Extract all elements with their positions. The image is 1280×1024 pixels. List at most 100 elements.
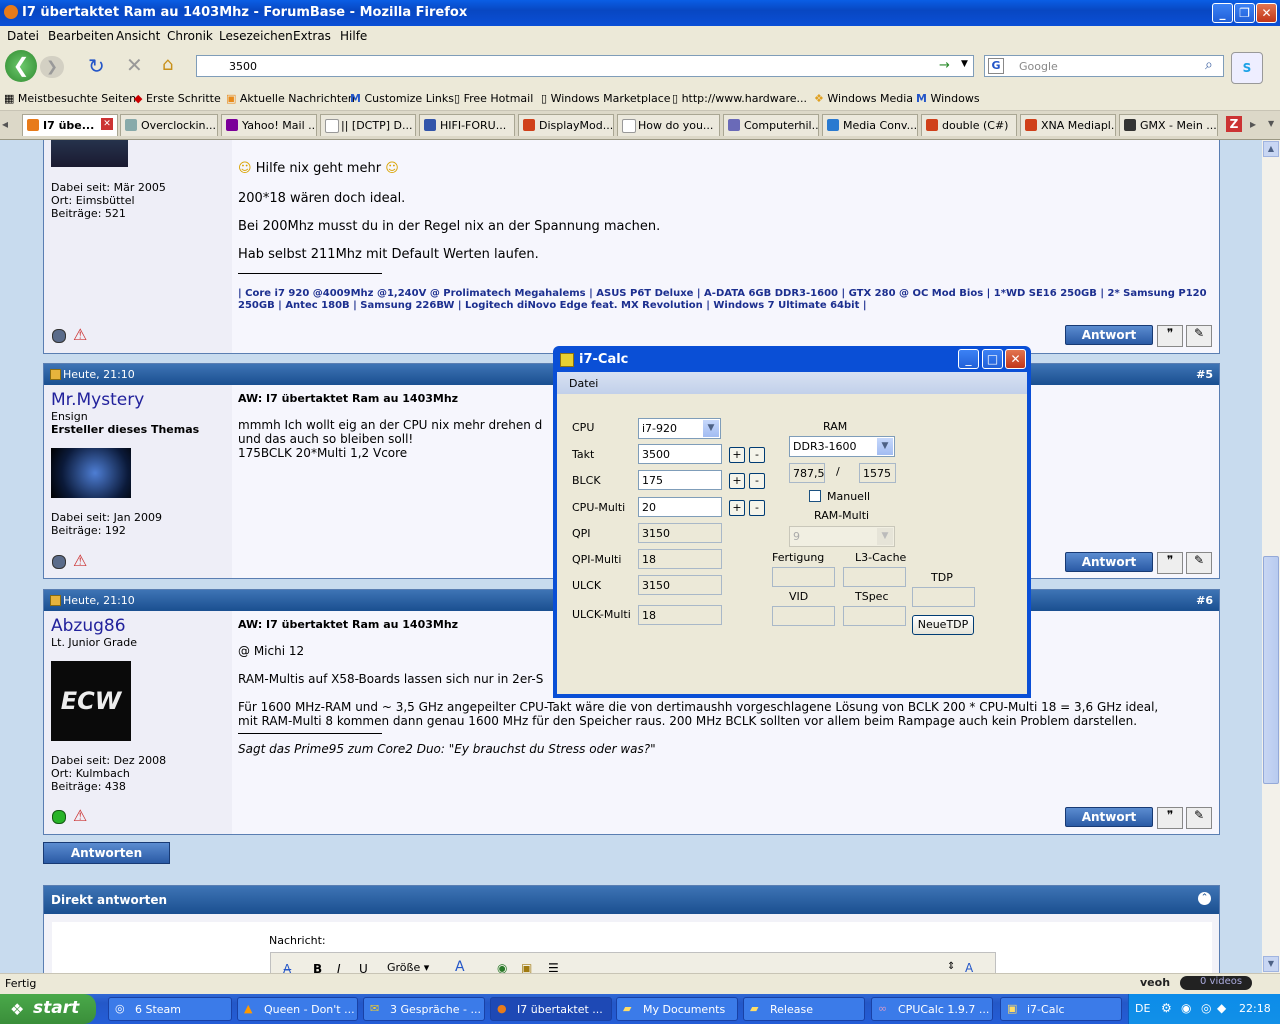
minimize-button[interactable]: _	[1212, 3, 1233, 23]
manuell-checkbox[interactable]	[809, 490, 821, 502]
reply-button[interactable]: Antwort	[1065, 807, 1153, 827]
report-icon[interactable]: ⚠	[73, 325, 87, 344]
reply-button[interactable]: Antwort	[1065, 552, 1153, 572]
bookmark-erste-schritte[interactable]: ◆ Erste Schritte	[134, 92, 221, 105]
tray-icon[interactable]: ⚙	[1161, 1001, 1172, 1015]
back-button[interactable]: ❮	[5, 50, 37, 82]
scroll-tabs-right-icon[interactable]: ▸	[1250, 117, 1256, 131]
multi-plus-button[interactable]: +	[729, 500, 745, 516]
edit-icon[interactable]: ✎	[1186, 325, 1212, 347]
menu-lesezeichen[interactable]: Lesezeichen	[219, 29, 293, 43]
multi-minus-button[interactable]: -	[749, 500, 765, 516]
bookmark-customize[interactable]: M Customize Links	[350, 92, 454, 105]
quote-icon[interactable]: ❞	[1157, 807, 1183, 829]
search-icon[interactable]: ⌕	[1205, 57, 1213, 73]
ram-select[interactable]: DDR3-1600 ▼	[789, 436, 895, 457]
menu-extras[interactable]: Extras	[293, 29, 331, 43]
edit-icon[interactable]: ✎	[1186, 552, 1212, 574]
calc-menu-datei[interactable]: Datei	[569, 377, 598, 390]
tray-icon[interactable]: ◎	[1201, 1001, 1211, 1015]
reload-icon[interactable]: ↻	[88, 54, 105, 78]
tab-yahoo[interactable]: Yahoo! Mail ...	[221, 114, 317, 136]
tab-displaymod[interactable]: DisplayMod...	[518, 114, 614, 136]
cpu-select[interactable]: i7-920 ▼	[638, 418, 721, 439]
start-button[interactable]: ❖ start	[0, 994, 96, 1024]
scroll-thumb[interactable]	[1263, 556, 1279, 784]
insert-image-icon[interactable]: ▣	[521, 961, 532, 973]
list-tabs-icon[interactable]: ▼	[1268, 119, 1274, 128]
resize-icon[interactable]: ⇕	[947, 961, 955, 972]
task-cpucalc[interactable]: ∞ CPUCalc 1.9.7 ...	[871, 997, 993, 1021]
text-color-icon[interactable]: A	[455, 959, 465, 973]
i7-calc-window[interactable]: i7-Calc _ □ ✕ Datei CPU i7-920 ▼ Takt 350…	[553, 346, 1031, 698]
bookmark-meistbesuchte[interactable]: ▦ Meistbesuchte Seiten	[4, 92, 136, 105]
bookmark-hotmail[interactable]: ▯ Free Hotmail	[454, 92, 533, 105]
bookmark-hardware[interactable]: ▯ http://www.hardware...	[672, 92, 807, 105]
scroll-tabs-left-icon[interactable]: ◂	[2, 117, 8, 131]
menu-chronik[interactable]: Chronik	[167, 29, 213, 43]
close-button[interactable]: ✕	[1256, 3, 1277, 23]
tab-overclocking[interactable]: Overclockin...	[120, 114, 218, 136]
chevron-down-icon[interactable]: ▼	[961, 59, 968, 69]
quote-icon[interactable]: ❞	[1157, 552, 1183, 574]
username[interactable]: Mr.Mystery	[51, 390, 144, 410]
scroll-down-icon[interactable]: ▼	[1263, 956, 1279, 972]
scroll-up-icon[interactable]: ▲	[1263, 141, 1279, 157]
cpu-multi-input[interactable]: 20	[638, 497, 722, 517]
tray-icon[interactable]: ◆	[1217, 1001, 1226, 1015]
username[interactable]: Abzug86	[51, 616, 126, 636]
report-icon[interactable]: ⚠	[73, 806, 87, 825]
stop-icon[interactable]: ✕	[126, 53, 143, 77]
task-firefox[interactable]: ● I7 übertaktet ...	[490, 997, 612, 1021]
quote-toolbar-icon[interactable]: ☰	[548, 961, 559, 973]
task-gespraeche[interactable]: ✉ 3 Gespräche - ...	[363, 997, 485, 1021]
size-select[interactable]: Größe ▾	[387, 961, 429, 973]
maximize-button[interactable]: ❐	[1234, 3, 1255, 23]
report-icon[interactable]: ⚠	[73, 551, 87, 570]
takt-plus-button[interactable]: +	[729, 447, 745, 463]
search-input[interactable]: Google	[1019, 60, 1058, 73]
menu-datei[interactable]: Datei	[7, 29, 39, 43]
tab-gmx[interactable]: GMX - Mein ...	[1119, 114, 1218, 136]
home-icon[interactable]: ⌂	[162, 54, 173, 75]
calc-close-button[interactable]: ✕	[1005, 349, 1026, 369]
remove-format-icon[interactable]: A̶	[283, 962, 291, 973]
tab-dctp[interactable]: || [DCTP] D...	[320, 114, 416, 136]
quote-icon[interactable]: ❞	[1157, 325, 1183, 347]
bclk-minus-button[interactable]: -	[749, 473, 765, 489]
italic-icon[interactable]: I	[337, 962, 341, 973]
neue-tdp-button[interactable]: NeueTDP	[912, 615, 974, 635]
search-bar[interactable]: G Google ⌕	[984, 55, 1224, 77]
collapse-icon[interactable]: ⌃	[1198, 892, 1211, 905]
edit-icon[interactable]: ✎	[1186, 807, 1212, 829]
takt-input[interactable]: 3500	[638, 444, 722, 464]
reply-thread-button[interactable]: Antworten	[43, 842, 170, 864]
post-number[interactable]: #5	[1196, 368, 1213, 381]
tray-icon[interactable]: ◉	[1181, 1001, 1191, 1015]
task-i7-calc[interactable]: ▣ i7-Calc	[1000, 997, 1122, 1021]
post-number[interactable]: #6	[1196, 594, 1213, 607]
bold-icon[interactable]: B	[313, 962, 322, 973]
tab-hifi[interactable]: HIFI-FORU...	[419, 114, 515, 136]
font-size-icon[interactable]: A	[965, 961, 973, 973]
tab-active[interactable]: I7 übe... ✕	[22, 114, 118, 136]
skype-icon[interactable]: S	[1231, 52, 1263, 84]
veoh-logo[interactable]: veoh	[1140, 976, 1170, 989]
tab-mediaconv[interactable]: Media Conv...	[822, 114, 918, 136]
veoh-videos[interactable]: 0 videos	[1180, 976, 1252, 990]
tab-double[interactable]: double (C#)	[921, 114, 1017, 136]
window-titlebar[interactable]: I7 übertaktet Ram au 1403Mhz - ForumBase…	[0, 0, 1280, 26]
bclk-input[interactable]: 175	[638, 470, 722, 490]
google-icon[interactable]: G	[988, 58, 1004, 74]
ram-multi-select[interactable]: 9 ▼	[789, 526, 895, 547]
calc-maximize-button[interactable]: □	[982, 349, 1003, 369]
tab-xna[interactable]: XNA Mediapl...	[1020, 114, 1116, 136]
menu-ansicht[interactable]: Ansicht	[116, 29, 160, 43]
tab-computerhilfe[interactable]: Computerhil...	[723, 114, 819, 136]
calc-minimize-button[interactable]: _	[958, 349, 979, 369]
task-queen[interactable]: ▲ Queen - Don't ...	[237, 997, 358, 1021]
task-release[interactable]: ▰ Release	[743, 997, 865, 1021]
close-tab-icon[interactable]: ✕	[101, 118, 113, 130]
menu-hilfe[interactable]: Hilfe	[340, 29, 367, 43]
bookmark-windows-media[interactable]: ❖ Windows Media	[814, 92, 913, 105]
